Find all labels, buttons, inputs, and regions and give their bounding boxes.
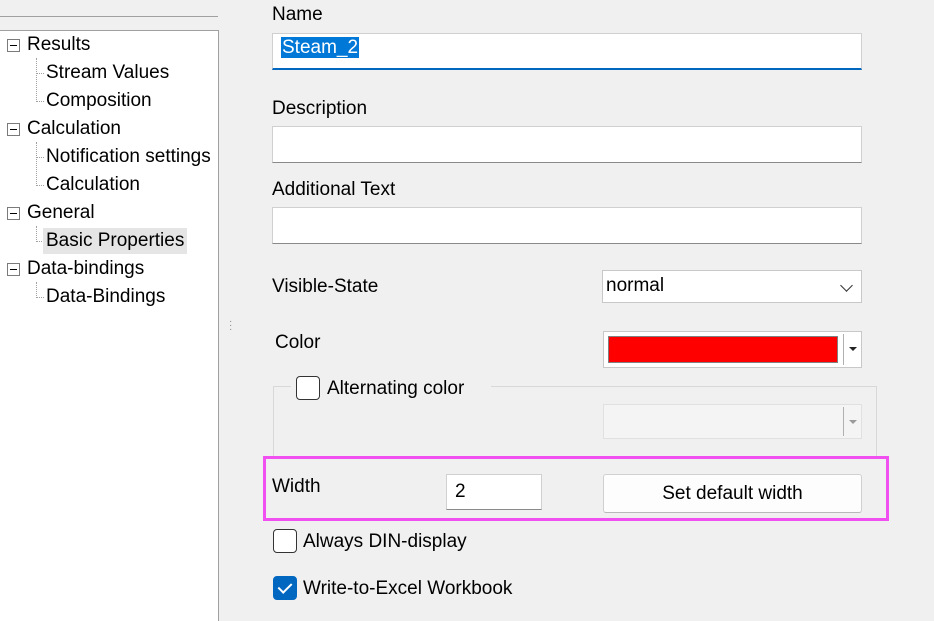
color-picker[interactable] — [603, 331, 862, 368]
tree-item-data-bindings-group[interactable]: Data-bindings — [27, 256, 144, 282]
visible-state-label: Visible-State — [272, 276, 379, 297]
alternating-color-label: Alternating color — [327, 378, 465, 399]
tree-connector — [36, 101, 44, 102]
tree-connector — [36, 58, 37, 100]
splitter-grip-icon[interactable]: · · · — [229, 317, 233, 335]
tree-connector — [36, 73, 44, 74]
name-label: Name — [272, 4, 323, 25]
visible-state-select[interactable]: normal — [602, 270, 862, 303]
name-value: Steam_2 — [281, 37, 360, 58]
always-din-display-checkbox[interactable] — [273, 529, 297, 553]
tree-item-general[interactable]: General — [27, 200, 95, 226]
dropdown-arrow-icon — [849, 420, 857, 424]
tree-item-notification-settings[interactable]: Notification settings — [46, 144, 211, 170]
width-input[interactable]: 2 — [446, 474, 542, 510]
additional-text-input[interactable] — [272, 207, 862, 244]
width-label: Width — [272, 476, 321, 497]
collapse-icon[interactable] — [7, 207, 20, 220]
dropdown-separator — [843, 334, 844, 365]
tree-connector — [36, 142, 37, 184]
tree-top-divider — [0, 16, 218, 17]
chevron-down-icon — [840, 279, 853, 292]
always-din-display-label: Always DIN-display — [303, 531, 467, 552]
tree-connector — [36, 297, 44, 298]
tree-item-stream-values[interactable]: Stream Values — [46, 60, 169, 86]
tree-item-calculation[interactable]: Calculation — [46, 172, 140, 198]
name-input[interactable]: Steam_2 — [272, 33, 862, 70]
visible-state-value: normal — [606, 275, 665, 296]
description-input[interactable] — [272, 126, 862, 163]
write-to-excel-label: Write-to-Excel Workbook — [303, 578, 513, 599]
additional-text-label: Additional Text — [272, 179, 396, 200]
tree-item-data-bindings[interactable]: Data-Bindings — [46, 284, 165, 310]
color-swatch — [608, 336, 838, 363]
collapse-icon[interactable] — [7, 123, 20, 136]
tree-item-basic-properties[interactable]: Basic Properties — [43, 228, 188, 254]
tree-connector — [36, 226, 37, 240]
tree-connector — [36, 157, 44, 158]
set-default-width-button[interactable]: Set default width — [603, 474, 862, 513]
category-tree[interactable]: Results Stream Values Composition Calcul… — [0, 30, 219, 621]
tree-connector — [36, 282, 37, 296]
tree-item-composition[interactable]: Composition — [46, 88, 152, 114]
tree-item-results[interactable]: Results — [27, 32, 90, 58]
collapse-icon[interactable] — [7, 39, 20, 52]
alternating-color-checkbox[interactable] — [296, 376, 320, 400]
write-to-excel-checkbox[interactable] — [273, 576, 297, 600]
alternating-color-picker — [603, 404, 862, 439]
color-label: Color — [275, 332, 321, 353]
dropdown-arrow-icon — [849, 347, 857, 351]
description-label: Description — [272, 98, 368, 119]
tree-item-calculation-group[interactable]: Calculation — [27, 116, 121, 142]
dropdown-separator — [843, 407, 844, 436]
tree-connector — [36, 185, 44, 186]
collapse-icon[interactable] — [7, 263, 20, 276]
